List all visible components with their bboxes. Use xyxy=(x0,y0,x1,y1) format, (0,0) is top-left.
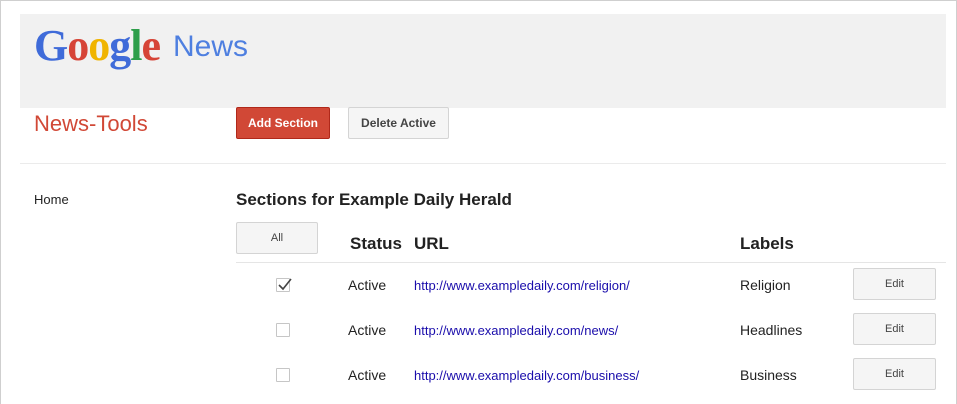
logo-letter: l xyxy=(130,21,142,70)
row-checkbox[interactable] xyxy=(276,278,292,292)
column-header-url: URL xyxy=(414,234,449,253)
delete-active-button[interactable]: Delete Active xyxy=(348,107,449,139)
section-label: Religion xyxy=(740,277,791,293)
window-border-left xyxy=(0,0,1,404)
add-section-button[interactable]: Add Section xyxy=(236,107,330,139)
edit-button[interactable]: Edit xyxy=(853,358,936,390)
section-url-link[interactable]: http://www.exampledaily.com/religion/ xyxy=(414,278,630,293)
table-row: Active http://www.exampledaily.com/busin… xyxy=(236,358,946,398)
logo-letter: o xyxy=(88,21,110,70)
row-checkbox[interactable] xyxy=(276,323,290,337)
column-header-status: Status xyxy=(350,234,402,253)
logo-letter: o xyxy=(67,21,89,70)
select-all-button[interactable]: All xyxy=(236,222,318,254)
page-title: News-Tools xyxy=(34,111,148,136)
section-url-link[interactable]: http://www.exampledaily.com/news/ xyxy=(414,323,618,338)
section-url-link[interactable]: http://www.exampledaily.com/business/ xyxy=(414,368,639,383)
logo-letter: G xyxy=(34,21,68,70)
checkmark-icon xyxy=(278,278,292,291)
edit-button[interactable]: Edit xyxy=(853,268,936,300)
status-text: Active xyxy=(348,322,387,338)
sidebar-item-home[interactable]: Home xyxy=(34,192,69,207)
table-header-rule xyxy=(236,262,946,263)
row-checkbox[interactable] xyxy=(276,368,290,382)
section-label: Business xyxy=(740,367,797,383)
app-header: Google News xyxy=(20,14,946,108)
table-row: Active http://www.exampledaily.com/relig… xyxy=(236,268,946,308)
google-logo[interactable]: Google xyxy=(34,20,161,72)
edit-button[interactable]: Edit xyxy=(853,313,936,345)
status-text: Active xyxy=(348,277,387,293)
section-heading: Sections for Example Daily Herald xyxy=(236,190,512,209)
logo-letter: g xyxy=(109,21,131,70)
divider xyxy=(20,163,946,164)
product-name: News xyxy=(173,30,249,63)
status-text: Active xyxy=(348,367,387,383)
section-label: Headlines xyxy=(740,322,803,338)
table-row: Active http://www.exampledaily.com/news/… xyxy=(236,313,946,353)
column-header-labels: Labels xyxy=(740,234,794,253)
logo-letter: e xyxy=(141,21,161,70)
